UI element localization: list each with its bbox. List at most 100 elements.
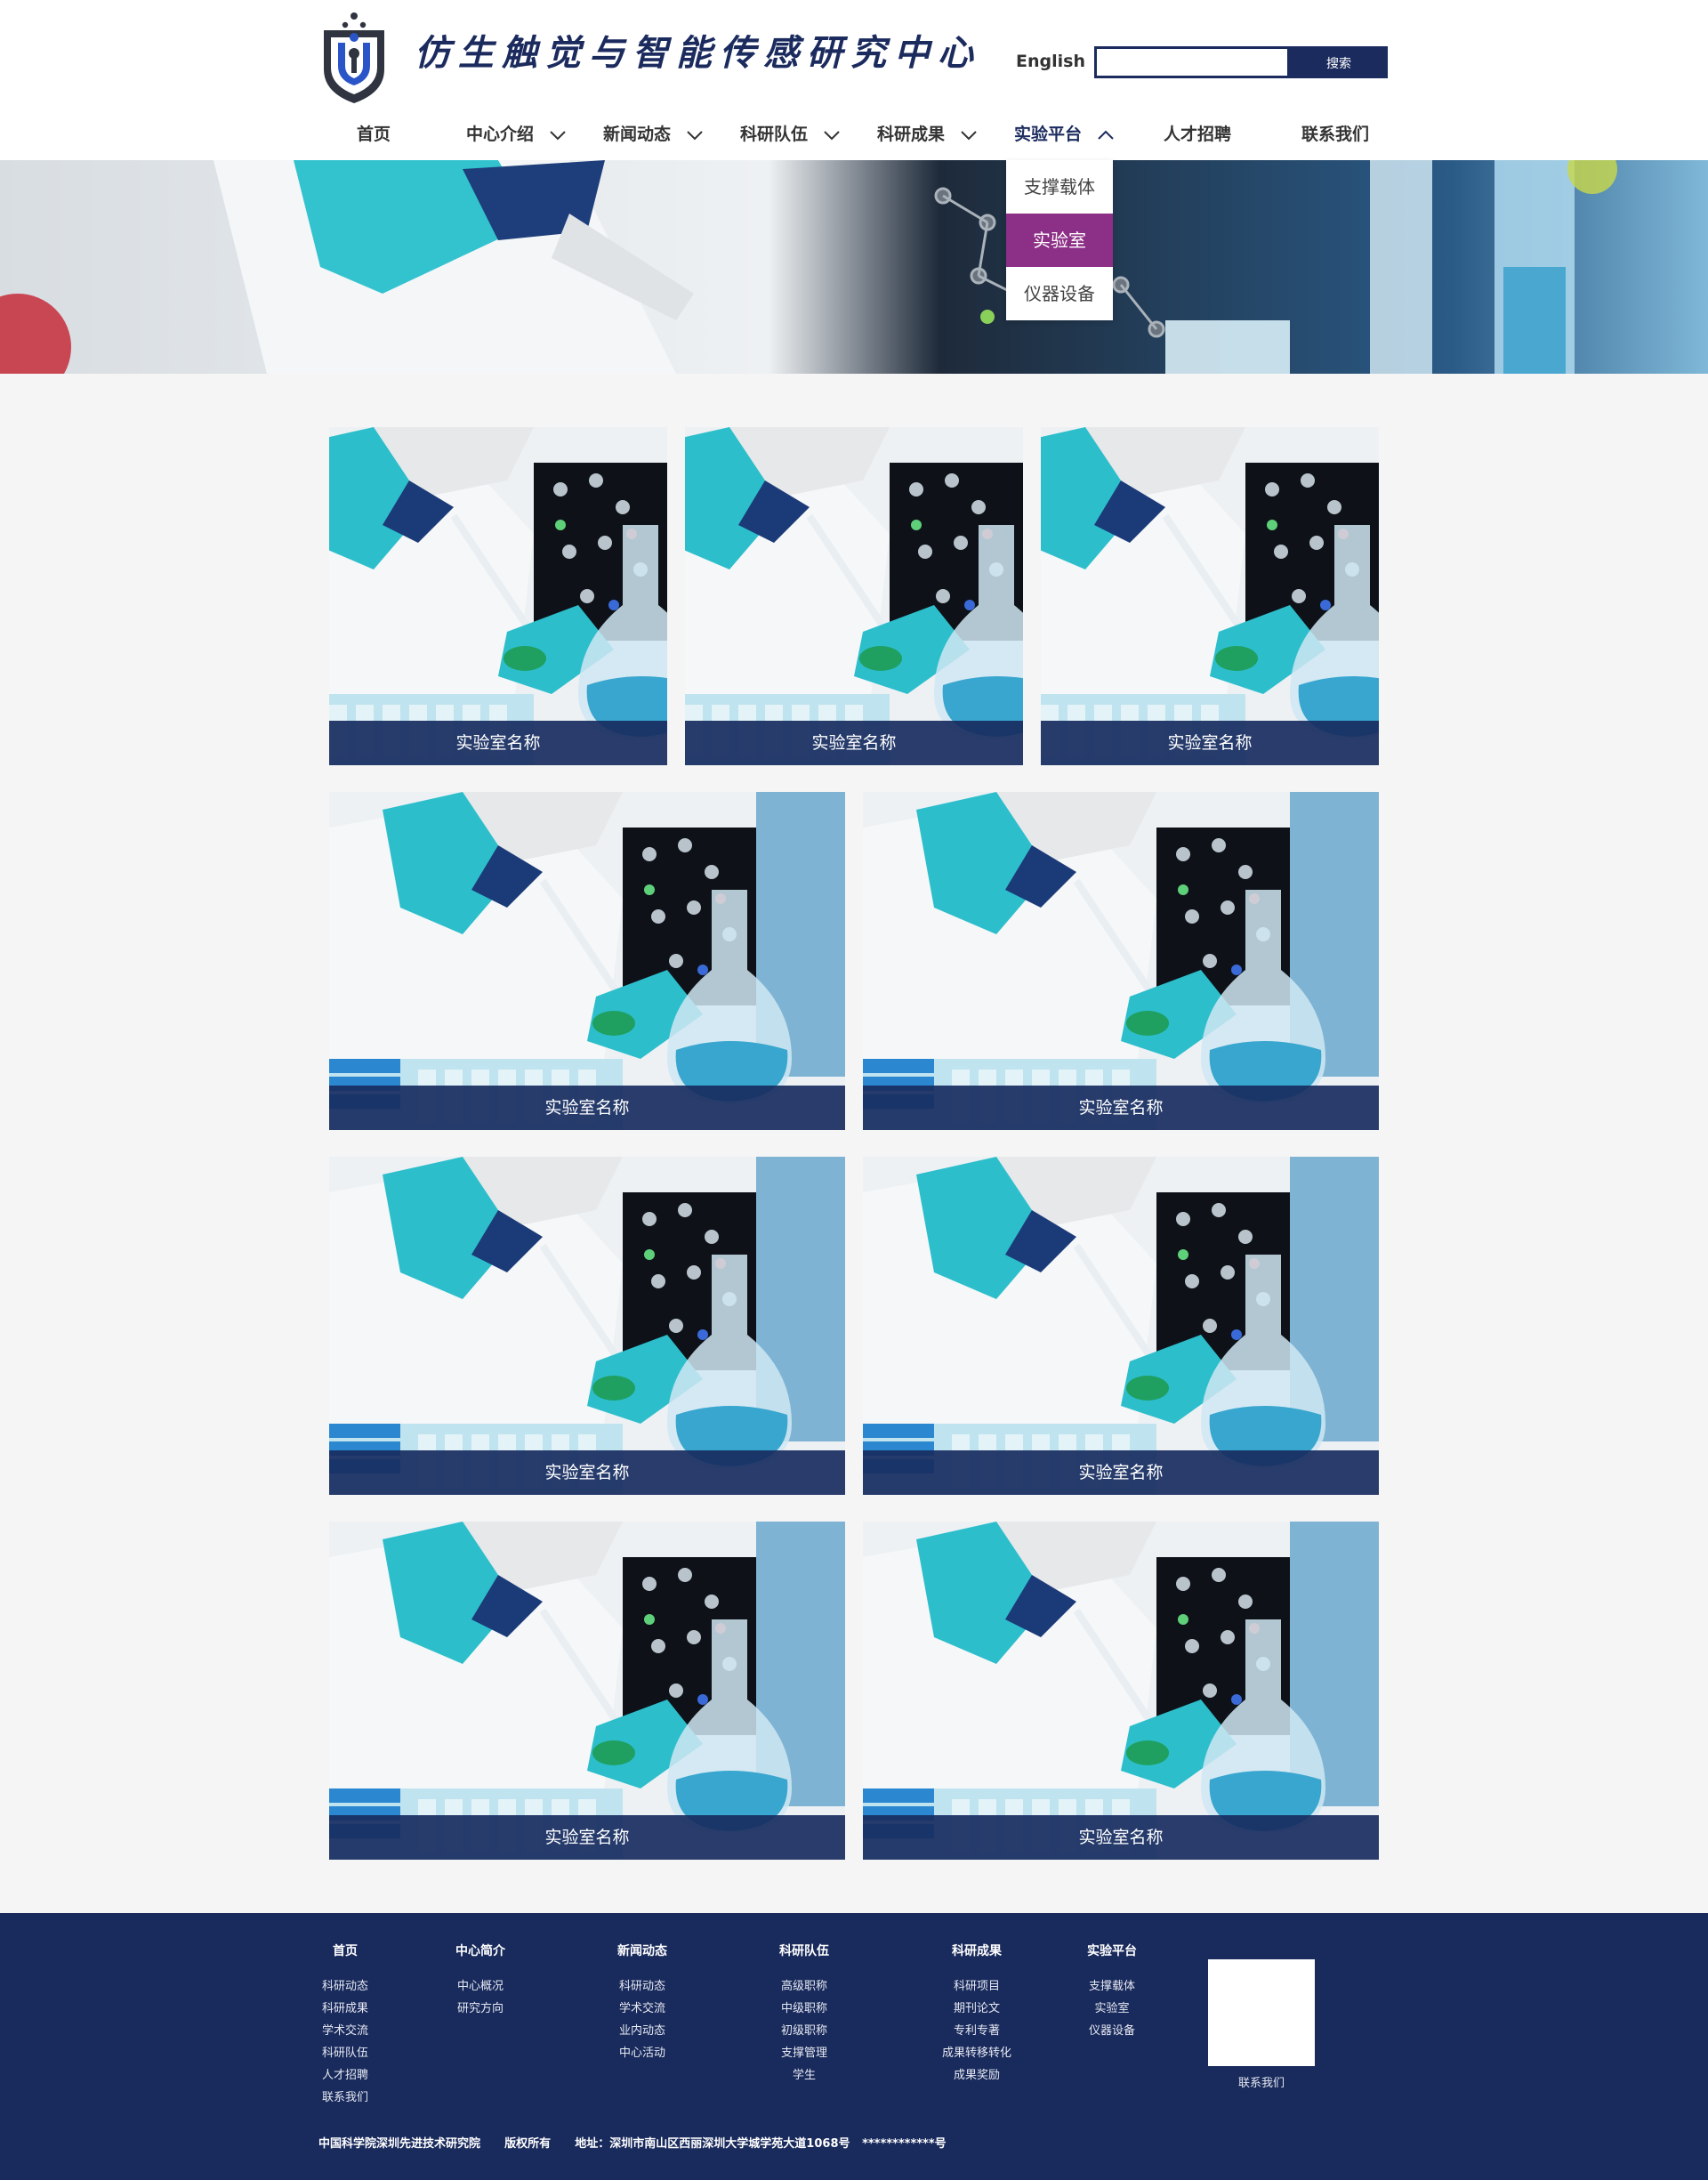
footer-link[interactable]: 科研动态 bbox=[310, 1975, 381, 1998]
chevron-down-icon bbox=[960, 115, 978, 156]
footer-heading[interactable]: 中心简介 bbox=[445, 1942, 516, 1961]
footer: 首页 科研动态 科研成果 学术交流 科研队伍 人才招聘 联系我们 中心简介 中心… bbox=[0, 1913, 1708, 2180]
footer-link[interactable]: 学术交流 bbox=[310, 2020, 381, 2042]
lab-photo bbox=[685, 427, 1023, 765]
footer-column-home: 首页 科研动态 科研成果 学术交流 科研队伍 人才招聘 联系我们 bbox=[310, 1942, 381, 2109]
footer-link[interactable]: 中心活动 bbox=[607, 2042, 678, 2064]
footer-column-results: 科研成果 科研项目 期刊论文 专利专著 成果转移转化 成果奖励 bbox=[932, 1942, 1021, 2087]
chevron-down-icon bbox=[823, 115, 841, 156]
lab-card[interactable]: 实验室名称 bbox=[863, 792, 1379, 1130]
footer-link[interactable]: 研究方向 bbox=[445, 1998, 516, 2020]
lab-photo bbox=[863, 1522, 1379, 1860]
english-link[interactable]: English bbox=[1016, 52, 1085, 71]
footer-column-center: 中心简介 中心概况 研究方向 bbox=[445, 1942, 516, 2020]
footer-link[interactable]: 期刊论文 bbox=[932, 1998, 1021, 2020]
dropdown-item-laboratory[interactable]: 实验室 bbox=[1006, 214, 1113, 267]
footer-link[interactable]: 中心概况 bbox=[445, 1975, 516, 1998]
footer-link[interactable]: 科研项目 bbox=[932, 1975, 1021, 1998]
footer-link[interactable]: 业内动态 bbox=[607, 2020, 678, 2042]
nav-item-label: 实验平台 bbox=[1014, 125, 1083, 144]
footer-heading[interactable]: 科研队伍 bbox=[769, 1942, 840, 1961]
footer-link[interactable]: 支撑载体 bbox=[1076, 1975, 1148, 1998]
nav-item-lab-platform[interactable]: 实验平台 bbox=[1014, 114, 1115, 155]
lab-card-title: 实验室名称 bbox=[329, 1815, 845, 1860]
footer-link[interactable]: 成果转移转化 bbox=[932, 2042, 1021, 2064]
nav-item-label: 新闻动态 bbox=[603, 125, 672, 144]
lab-photo bbox=[329, 1157, 845, 1495]
footer-link[interactable]: 人才招聘 bbox=[310, 2064, 381, 2087]
footer-heading[interactable]: 实验平台 bbox=[1076, 1942, 1148, 1961]
footer-column-team: 科研队伍 高级职称 中级职称 初级职称 支撑管理 学生 bbox=[769, 1942, 840, 2087]
lab-card[interactable]: 实验室名称 bbox=[329, 792, 845, 1130]
footer-column-news: 新闻动态 科研动态 学术交流 业内动态 中心活动 bbox=[607, 1942, 678, 2064]
lab-photo bbox=[329, 427, 667, 765]
nav-item-recruitment[interactable]: 人才招聘 bbox=[1164, 114, 1231, 155]
footer-link[interactable]: 科研成果 bbox=[310, 1998, 381, 2020]
lab-card[interactable]: 实验室名称 bbox=[329, 1522, 845, 1860]
dropdown-item-support[interactable]: 支撑载体 bbox=[1006, 160, 1113, 214]
dropdown-item-equipment[interactable]: 仪器设备 bbox=[1006, 267, 1113, 320]
footer-heading[interactable]: 首页 bbox=[310, 1942, 381, 1961]
footer-link[interactable]: 仪器设备 bbox=[1076, 2020, 1148, 2042]
copyright-text: 中国科学院深圳先进技术研究院 版权所有 地址：深圳市南山区西丽深圳大学城学苑大道… bbox=[318, 2137, 947, 2151]
footer-link[interactable]: 实验室 bbox=[1076, 1998, 1148, 2020]
lab-card-title: 实验室名称 bbox=[329, 721, 667, 765]
nav-item-research-results[interactable]: 科研成果 bbox=[877, 114, 978, 155]
lab-card[interactable]: 实验室名称 bbox=[863, 1157, 1379, 1495]
chevron-down-icon bbox=[549, 115, 567, 156]
qr-code bbox=[1208, 1959, 1315, 2066]
footer-link[interactable]: 联系我们 bbox=[310, 2087, 381, 2109]
lab-card-title: 实验室名称 bbox=[329, 1450, 845, 1495]
search-button[interactable]: 搜索 bbox=[1290, 46, 1388, 78]
site-logo[interactable] bbox=[318, 11, 390, 105]
lab-photo bbox=[863, 792, 1379, 1130]
footer-column-platform: 实验平台 支撑载体 实验室 仪器设备 bbox=[1076, 1942, 1148, 2042]
nav-item-contact[interactable]: 联系我们 bbox=[1301, 114, 1369, 155]
lab-photo bbox=[863, 1157, 1379, 1495]
lab-platform-dropdown: 支撑载体 实验室 仪器设备 bbox=[1006, 160, 1113, 320]
lab-card-title: 实验室名称 bbox=[863, 1815, 1379, 1860]
footer-link[interactable]: 学术交流 bbox=[607, 1998, 678, 2020]
footer-link[interactable]: 科研动态 bbox=[607, 1975, 678, 1998]
footer-link[interactable]: 科研队伍 bbox=[310, 2042, 381, 2064]
nav-item-center-intro[interactable]: 中心介绍 bbox=[466, 114, 567, 155]
nav-item-news[interactable]: 新闻动态 bbox=[603, 114, 704, 155]
nav-item-label: 首页 bbox=[357, 125, 391, 144]
qr-label: 联系我们 bbox=[1237, 2077, 1285, 2090]
nav-item-research-team[interactable]: 科研队伍 bbox=[740, 114, 841, 155]
chevron-down-icon bbox=[686, 115, 704, 156]
lab-card[interactable]: 实验室名称 bbox=[1041, 427, 1379, 765]
chevron-up-icon bbox=[1097, 115, 1115, 156]
site-title[interactable]: 仿生触觉与智能传感研究中心 bbox=[415, 27, 981, 80]
nav-item-label: 人才招聘 bbox=[1164, 125, 1232, 144]
lab-card[interactable]: 实验室名称 bbox=[863, 1522, 1379, 1860]
lab-photo bbox=[1041, 427, 1379, 765]
footer-heading[interactable]: 科研成果 bbox=[932, 1942, 1021, 1961]
nav-item-home[interactable]: 首页 bbox=[357, 114, 391, 155]
footer-link[interactable]: 专利专著 bbox=[932, 2020, 1021, 2042]
lab-card-title: 实验室名称 bbox=[1041, 721, 1379, 765]
nav-item-label: 科研队伍 bbox=[740, 125, 809, 144]
footer-heading[interactable]: 新闻动态 bbox=[607, 1942, 678, 1961]
footer-link[interactable]: 学生 bbox=[769, 2064, 840, 2087]
nav-item-label: 联系我们 bbox=[1301, 125, 1370, 144]
footer-link[interactable]: 支撑管理 bbox=[769, 2042, 840, 2064]
footer-link[interactable]: 中级职称 bbox=[769, 1998, 840, 2020]
footer-link[interactable]: 初级职称 bbox=[769, 2020, 840, 2042]
lab-card[interactable]: 实验室名称 bbox=[329, 427, 667, 765]
header: 仿生触觉与智能传感研究中心 English 搜索 首页 中心介绍 新闻动态 科研… bbox=[0, 0, 1708, 160]
footer-link[interactable]: 成果奖励 bbox=[932, 2064, 1021, 2087]
footer-link[interactable]: 高级职称 bbox=[769, 1975, 840, 1998]
search-input[interactable] bbox=[1094, 46, 1290, 78]
banner-image bbox=[0, 160, 1708, 374]
lab-card[interactable]: 实验室名称 bbox=[329, 1157, 845, 1495]
lab-photo bbox=[329, 792, 845, 1130]
lab-card-title: 实验室名称 bbox=[685, 721, 1023, 765]
lab-card-title: 实验室名称 bbox=[329, 1086, 845, 1130]
nav-item-label: 科研成果 bbox=[877, 125, 946, 144]
nav-item-label: 中心介绍 bbox=[466, 125, 535, 144]
lab-card-title: 实验室名称 bbox=[863, 1450, 1379, 1495]
lab-card-title: 实验室名称 bbox=[863, 1086, 1379, 1130]
lab-photo bbox=[329, 1522, 845, 1860]
lab-card[interactable]: 实验室名称 bbox=[685, 427, 1023, 765]
